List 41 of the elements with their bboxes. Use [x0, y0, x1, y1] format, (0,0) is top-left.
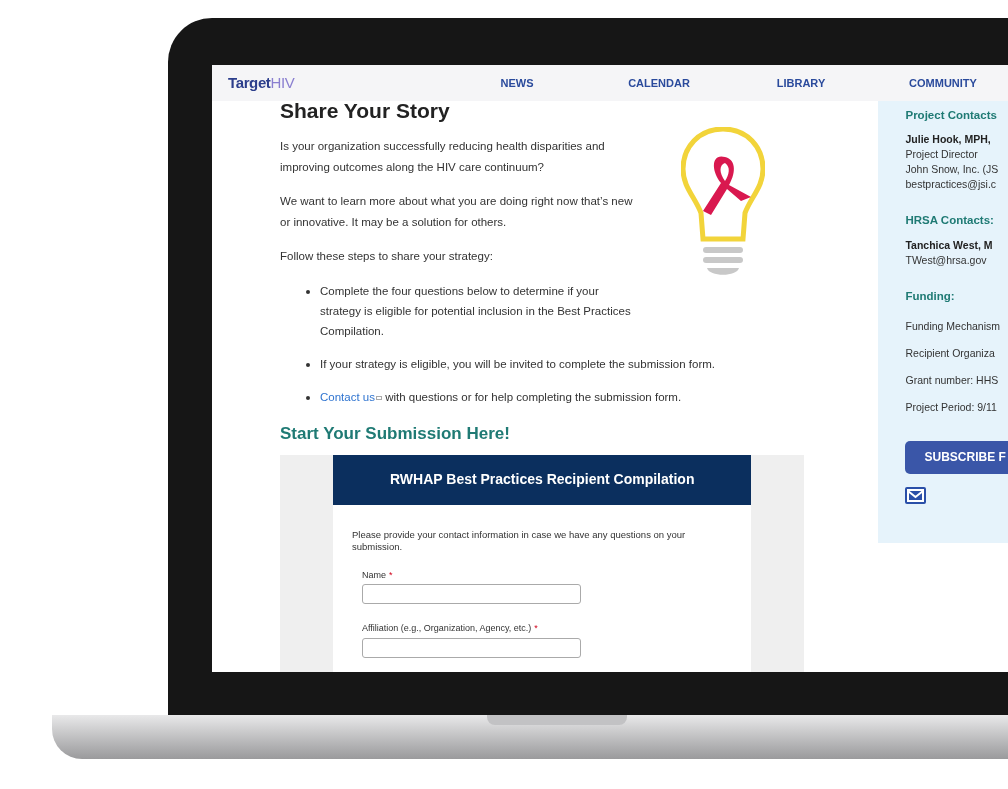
- field-label: Affiliation (e.g., Organization, Agency, etc.): [362, 622, 532, 635]
- mail-icon: [376, 395, 382, 400]
- bullet-icon: [306, 396, 310, 400]
- required-mark: *: [534, 622, 538, 635]
- bullet-icon: [306, 290, 310, 294]
- funding-detail: Grant number: HHS: [905, 372, 999, 388]
- list-item-text: Contact us with questions or for help completing the submission form.: [320, 390, 682, 405]
- contact-link[interactable]: Contact us: [320, 391, 382, 403]
- nav-link[interactable]: NEWS: [500, 74, 534, 92]
- contact-detail: TWest@hrsa.gov: [905, 252, 987, 268]
- paragraph: Follow these steps to share your strategy:: [280, 249, 494, 264]
- section-heading: Start Your Submission Here!: [280, 423, 510, 445]
- mail-icon: [905, 486, 927, 504]
- sidebar-heading: Project Contacts: [905, 108, 997, 123]
- site-logo[interactable]: TargetHIV: [228, 74, 295, 91]
- funding-detail: Funding Mechanism: [905, 318, 1000, 334]
- paragraph: We want to learn more about what you are doing right now that’s new or innovative. It may be a solution for others.: [280, 194, 634, 230]
- list-item-text: Complete the four questions below to determine if your strategy is eligible for potential inclusion in the Best Practices Compilation.: [320, 284, 632, 339]
- paragraph: Is your organization successfully reducing health disparities and improving outcomes along the HIV care continuum?: [280, 139, 606, 175]
- contact-detail: bestpractices@jsi.c: [905, 177, 997, 193]
- contact-name: Tanchica West, M: [905, 237, 993, 253]
- sidebar-heading: HRSA Contacts:: [905, 213, 994, 229]
- page-title: Share Your Story: [280, 99, 450, 123]
- bullet-icon: [306, 363, 310, 367]
- nav-link[interactable]: CALENDAR: [628, 74, 690, 92]
- form-intro: Please provide your contact information in case we have any questions on your submission.: [352, 528, 687, 553]
- contact-detail: John Snow, Inc. (JS: [905, 162, 999, 178]
- field-label: Name: [362, 568, 386, 582]
- text-field[interactable]: [362, 637, 581, 658]
- funding-detail: Project Period: 9/11: [905, 399, 997, 415]
- form-title: RWHAP Best Practices Recipient Compilation: [390, 470, 695, 489]
- text-field[interactable]: [362, 584, 581, 604]
- required-mark: *: [389, 568, 393, 582]
- sidebar-heading: Funding:: [905, 288, 955, 304]
- funding-detail: Recipient Organiza: [905, 345, 995, 361]
- contact-detail: Project Director: [905, 147, 978, 163]
- nav-link[interactable]: COMMUNITY: [909, 74, 977, 92]
- list-item-text: If your strategy is eligible, you will be invited to complete the submission form.: [320, 357, 715, 372]
- subscribe-button[interactable]: SUBSCRIBE F: [905, 440, 1008, 474]
- nav-link[interactable]: LIBRARY: [776, 74, 826, 92]
- contact-name: Julie Hook, MPH,: [905, 132, 991, 148]
